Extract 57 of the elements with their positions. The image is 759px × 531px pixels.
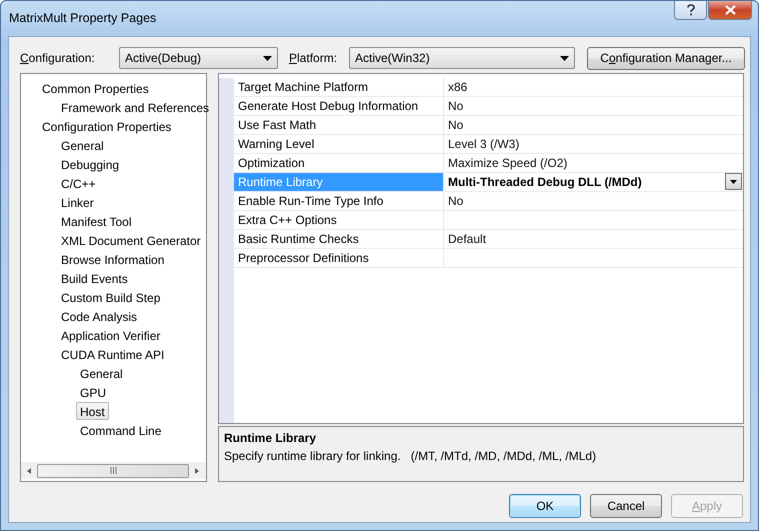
property-name[interactable]: Use Fast Math xyxy=(234,116,444,134)
property-name[interactable]: Basic Runtime Checks xyxy=(234,230,444,248)
property-value: x86 xyxy=(448,79,468,96)
tree-item[interactable]: Framework and References xyxy=(57,98,214,116)
tree-item[interactable]: Build Events xyxy=(57,269,132,287)
platform-label: Platform: xyxy=(289,50,338,67)
dialog-button[interactable]: OK xyxy=(509,494,581,518)
configuration-manager-button[interactable]: Configuration Manager... xyxy=(587,46,745,70)
tree-item[interactable]: Manifest Tool xyxy=(57,212,136,230)
dropdown-button[interactable] xyxy=(725,173,742,190)
tree-item[interactable]: Application Verifier xyxy=(57,326,164,344)
property-value: Default xyxy=(448,231,486,248)
close-icon xyxy=(724,5,736,15)
platform-dropdown[interactable]: Active(Win32) xyxy=(349,47,575,69)
description-text: Specify runtime library for linking. (/MT, /MTd, /MD, /MDd, /ML, /MLd) xyxy=(224,448,598,465)
property-value: No xyxy=(448,98,464,115)
tree-item[interactable]: XML Document Generator xyxy=(57,231,205,249)
property-name[interactable]: Enable Run-Time Type Info xyxy=(234,192,444,210)
property-name[interactable]: Warning Level xyxy=(234,135,444,153)
tree-item[interactable]: Common Properties xyxy=(38,79,153,97)
property-name[interactable]: Generate Host Debug Information xyxy=(234,97,444,115)
property-name[interactable]: Extra C++ Options xyxy=(234,211,444,229)
grip-icon xyxy=(110,467,116,474)
dialog-button[interactable]: Cancel xyxy=(590,494,662,518)
property-name[interactable]: Preprocessor Definitions xyxy=(234,249,444,267)
close-button[interactable] xyxy=(708,1,752,20)
property-value: Level 3 (/W3) xyxy=(448,136,520,153)
configuration-label: Configuration: xyxy=(20,50,96,67)
caret-icon xyxy=(263,56,272,60)
property-value: Multi-Threaded Debug DLL (/MDd) xyxy=(448,174,642,191)
tree-item[interactable]: Linker xyxy=(57,193,98,211)
description-title: Runtime Library xyxy=(224,430,318,447)
caret-icon xyxy=(730,180,737,184)
tree-item[interactable]: Custom Build Step xyxy=(57,288,164,306)
tree-item[interactable]: Browse Information xyxy=(57,250,168,268)
horizontal-scrollbar[interactable] xyxy=(21,462,206,479)
tree-item[interactable]: C/C++ xyxy=(57,174,100,192)
property-value: Maximize Speed (/O2) xyxy=(448,155,568,172)
tree-item[interactable]: CUDA Runtime API xyxy=(57,345,168,363)
tree-item[interactable]: Code Analysis xyxy=(57,307,142,325)
property-value: No xyxy=(448,193,464,210)
tree-item[interactable]: Debugging xyxy=(57,155,124,173)
caret-icon xyxy=(560,56,569,60)
property-name[interactable]: Optimization xyxy=(234,154,444,172)
property-value: No xyxy=(448,117,464,134)
configuration-dropdown[interactable]: Active(Debug) xyxy=(119,47,278,69)
help-icon xyxy=(686,4,694,16)
window-title: MatrixMult Property Pages xyxy=(9,11,156,25)
tree-item[interactable]: Command Line xyxy=(76,421,166,439)
scrollbar-thumb[interactable] xyxy=(37,464,189,478)
tree-item[interactable]: Configuration Properties xyxy=(38,117,176,135)
property-name[interactable]: Target Machine Platform xyxy=(234,78,444,96)
tree-item[interactable]: Host xyxy=(76,402,109,420)
tree-item[interactable]: GPU xyxy=(76,383,110,401)
help-button[interactable] xyxy=(674,1,707,20)
tree-item[interactable]: General xyxy=(76,364,127,382)
tree-item[interactable]: General xyxy=(57,136,108,154)
